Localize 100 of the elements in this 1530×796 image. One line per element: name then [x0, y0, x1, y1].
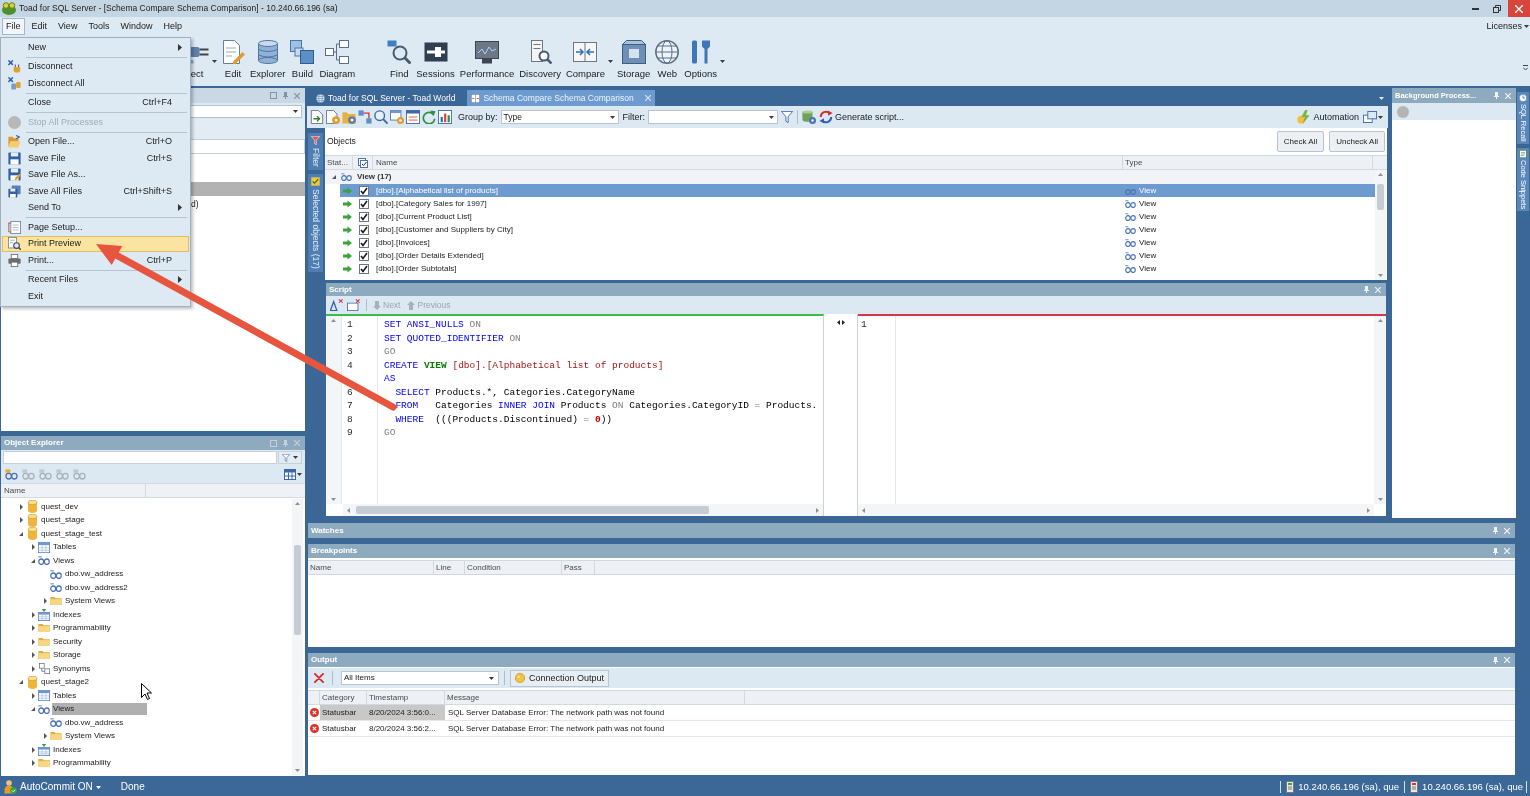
pin-icon[interactable] — [1364, 286, 1369, 293]
menu-bar-item[interactable]: Help — [159, 18, 186, 35]
vertical-scrollbar[interactable] — [292, 499, 303, 775]
scroll-down-icon[interactable] — [1377, 498, 1383, 501]
refresh-icon[interactable] — [422, 110, 436, 124]
table-gear-icon[interactable] — [390, 110, 404, 124]
pin-icon[interactable] — [1493, 527, 1498, 534]
menu-item[interactable]: Recent Files — [2, 271, 189, 288]
caret-right-icon[interactable] — [31, 625, 35, 632]
window-cross-icon[interactable] — [347, 299, 360, 311]
scrollbar-thumb[interactable] — [294, 545, 301, 635]
search-field[interactable] — [3, 451, 277, 464]
caret-down-icon[interactable] — [212, 60, 217, 63]
checkbox-stack-icon[interactable] — [357, 157, 368, 168]
toolbar-button[interactable]: Build — [288, 40, 317, 79]
caret-right-icon[interactable] — [31, 544, 35, 551]
tree-item[interactable]: Tables — [52, 689, 77, 702]
pin-icon[interactable] — [1493, 547, 1498, 555]
caret-right-icon[interactable] — [31, 652, 35, 659]
caret-right-icon[interactable] — [31, 611, 35, 618]
scroll-right-icon[interactable] — [1367, 507, 1370, 513]
menu-item[interactable]: Print Preview — [2, 235, 189, 252]
vertical-scrollbar[interactable] — [1374, 316, 1386, 504]
caret-down-icon[interactable] — [332, 175, 336, 179]
caret-right-icon[interactable] — [31, 760, 35, 767]
window-list-icon[interactable] — [406, 110, 420, 124]
close-button[interactable] — [1508, 0, 1530, 17]
caret-right-icon[interactable] — [19, 503, 23, 510]
menu-item[interactable]: Disconnect — [2, 58, 189, 75]
view-options-button[interactable] — [284, 468, 302, 480]
document-gear-icon[interactable] — [326, 110, 340, 124]
tree-item[interactable]: System Views — [64, 730, 116, 743]
tree-item[interactable]: Views — [52, 554, 75, 567]
side-tab[interactable]: Selected objects (17) — [308, 173, 323, 272]
scrollbar-thumb[interactable] — [1377, 184, 1384, 210]
tree-item[interactable]: Tables — [52, 541, 77, 554]
caret-right-icon[interactable] — [31, 746, 35, 753]
vertical-scrollbar[interactable] — [1375, 170, 1386, 280]
toolbar-button[interactable]: Diagram — [317, 40, 358, 79]
table-row[interactable]: [dbo].[Current Product List] View — [340, 210, 1375, 223]
document-arrow-icon[interactable] — [310, 110, 324, 124]
clear-cross-icon[interactable] — [314, 673, 324, 683]
caret-right-icon[interactable] — [19, 517, 23, 524]
caret-down-icon[interactable] — [19, 680, 23, 685]
toolbar-button[interactable]: Sessions — [414, 40, 457, 79]
tree-item[interactable]: Views — [52, 703, 147, 716]
toolbar-button[interactable]: Compare — [563, 40, 607, 79]
tree-item[interactable]: Programmability — [52, 757, 111, 770]
toolbar-overflow-icon[interactable] — [1523, 65, 1528, 70]
checkbox[interactable] — [359, 211, 369, 222]
checkbox[interactable] — [359, 250, 369, 261]
vertical-scrollbar[interactable] — [326, 316, 342, 504]
toolbar-button[interactable]: Edit — [219, 40, 247, 79]
caret-right-icon[interactable] — [31, 638, 35, 645]
toolbar-button[interactable]: Explorer — [248, 40, 288, 79]
licenses-menu[interactable]: Licenses — [1486, 22, 1529, 31]
tree-item[interactable]: Indexes — [52, 608, 82, 621]
caret-down-icon[interactable] — [31, 558, 35, 563]
menu-item[interactable]: Print... Ctrl+P — [2, 252, 189, 269]
horizontal-scrollbar[interactable] — [343, 504, 823, 516]
tree-item[interactable]: Synonyms — [52, 662, 91, 675]
table-row[interactable]: [dbo].[Invoices] View — [340, 236, 1375, 249]
table-row[interactable]: [dbo].[Customer and Suppliers by City] View — [340, 223, 1375, 236]
pin-icon[interactable] — [1494, 92, 1499, 99]
category-filter-select[interactable]: All Items — [341, 671, 499, 685]
triangle-cross-icon[interactable] — [330, 299, 343, 311]
pin-icon[interactable] — [283, 92, 288, 99]
scrollbar-thumb[interactable] — [356, 506, 709, 514]
close-icon[interactable] — [294, 92, 300, 99]
horizontal-scrollbar[interactable] — [858, 504, 1374, 516]
input-field[interactable] — [190, 139, 305, 154]
caret-down-icon[interactable] — [19, 531, 23, 536]
tree-item[interactable]: quest_stage — [40, 514, 85, 527]
tree-item[interactable]: quest_stage2 — [40, 676, 90, 689]
grid-action-button[interactable]: Uncheck All — [1329, 131, 1385, 152]
scroll-left-icon[interactable] — [347, 507, 350, 513]
tree-item[interactable]: Indexes — [52, 743, 82, 756]
group-by-select[interactable]: Type — [500, 110, 619, 124]
automation-button[interactable]: Automation — [1297, 110, 1359, 124]
double-arrow-icon[interactable] — [836, 320, 845, 325]
toolbar-button[interactable]: Find — [385, 40, 414, 79]
caret-down-icon[interactable] — [31, 707, 35, 712]
toolbar-button[interactable]: Web — [653, 40, 682, 79]
checkbox[interactable] — [359, 237, 369, 248]
menu-item[interactable]: Close Ctrl+F4 — [2, 94, 189, 111]
scroll-right-icon[interactable] — [816, 507, 819, 513]
tree-item[interactable]: quest_stage_test — [40, 527, 102, 540]
grid-action-button[interactable]: Check All — [1276, 131, 1325, 152]
scroll-down-icon[interactable] — [331, 498, 336, 501]
checkbox[interactable] — [359, 185, 369, 196]
dropdown-field[interactable] — [190, 104, 302, 118]
menu-bar-item[interactable]: Edit — [27, 18, 52, 35]
tree-item[interactable]: dbo.vw_address2 — [64, 581, 128, 594]
tab-list-caret-icon[interactable] — [1379, 97, 1384, 100]
menu-item[interactable]: Disconnect All — [2, 75, 189, 92]
scroll-left-icon[interactable] — [862, 507, 865, 513]
scroll-up-icon[interactable] — [295, 502, 300, 505]
menu-item[interactable]: Page Setup... — [2, 219, 189, 236]
tree-item[interactable]: quest_dev — [40, 500, 78, 513]
side-tab[interactable]: Filter — [308, 133, 323, 170]
